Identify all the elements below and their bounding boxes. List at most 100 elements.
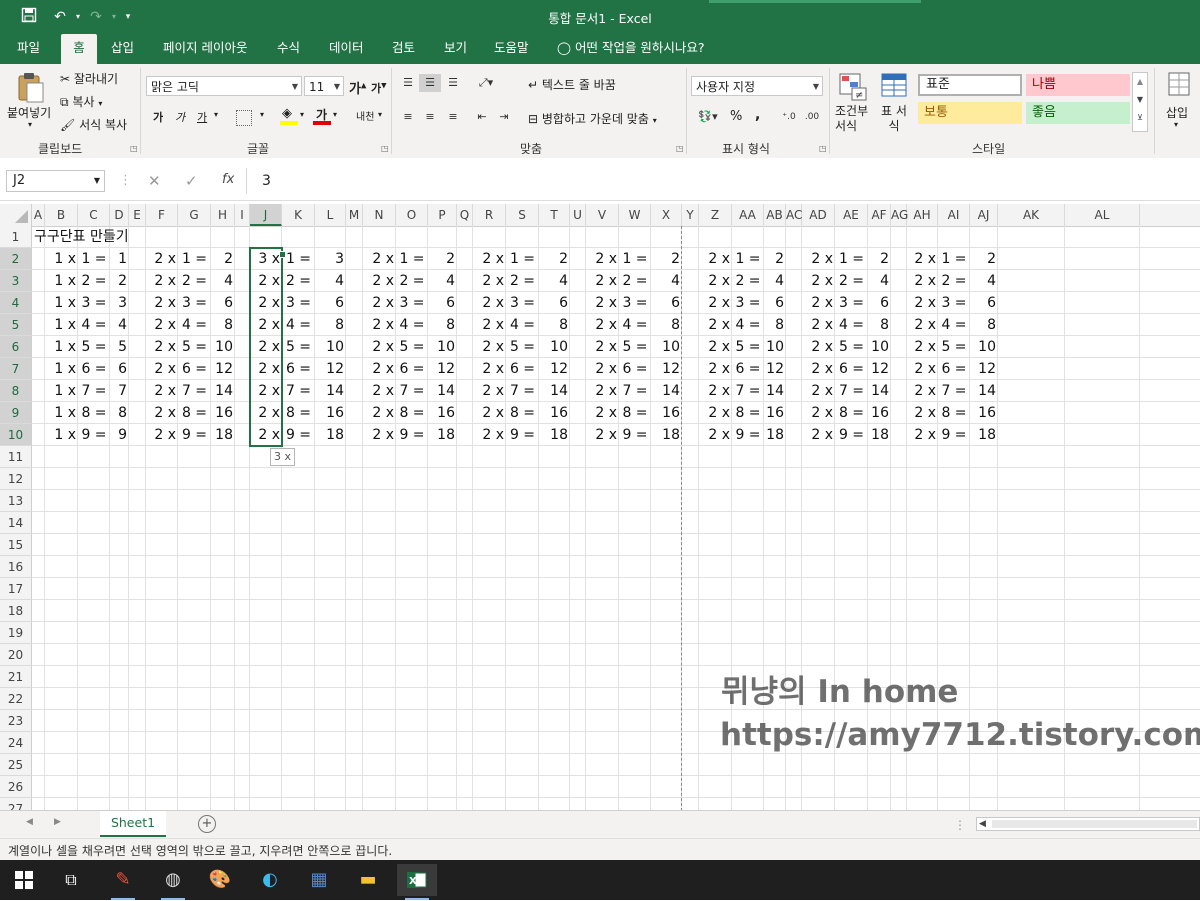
table-cell[interactable]: 3 — [315, 248, 346, 270]
format-painter-button[interactable]: 🖌 서식 복사 — [60, 116, 127, 133]
table-cell[interactable]: 12 — [651, 358, 682, 380]
table-cell[interactable]: 2 = — [282, 270, 315, 292]
table-cell[interactable]: 12 — [868, 358, 891, 380]
table-cell[interactable]: 6 = — [506, 358, 539, 380]
table-cell[interactable]: 2 x — [473, 248, 506, 270]
table-cell[interactable]: 12 — [428, 358, 457, 380]
fill-dropdown-icon[interactable]: ▾ — [300, 110, 304, 119]
style-bad[interactable]: 나쁨 — [1026, 74, 1130, 96]
column-header[interactable]: U — [570, 204, 586, 226]
row-header[interactable]: 17 — [0, 578, 32, 600]
table-cell[interactable]: 2 x — [473, 292, 506, 314]
table-cell[interactable]: 5 = — [938, 336, 970, 358]
table-cell[interactable]: 18 — [315, 424, 346, 446]
merge-dropdown-icon[interactable]: ▾ — [653, 116, 657, 125]
row-header[interactable]: 18 — [0, 600, 32, 622]
table-cell[interactable]: 4 — [651, 270, 682, 292]
column-header[interactable]: AH — [907, 204, 938, 226]
table-cell[interactable]: 9 = — [396, 424, 428, 446]
table-cell[interactable]: 2 = — [506, 270, 539, 292]
worksheet-grid[interactable]: A B C D E F G H I J K L M N O P Q R S T U V W X Y Z AA AB AC AD AE AF AG… — [0, 204, 1200, 810]
row-header[interactable]: 21 — [0, 666, 32, 688]
format-as-table-icon[interactable] — [880, 72, 910, 102]
row-header[interactable]: 5 — [0, 314, 32, 336]
table-cell[interactable]: 1 x — [45, 248, 78, 270]
table-cell[interactable]: 16 — [868, 402, 891, 424]
clipboard-launcher-icon[interactable]: ◳ — [130, 144, 138, 153]
table-cell[interactable]: 8 — [110, 402, 129, 424]
table-cell[interactable]: 1 x — [45, 424, 78, 446]
table-cell[interactable]: 10 — [970, 336, 998, 358]
table-cell[interactable]: 2 x — [146, 402, 178, 424]
table-cell[interactable]: 6 = — [178, 358, 211, 380]
file-explorer-icon[interactable]: ▬ — [348, 864, 388, 896]
table-cell[interactable]: 9 = — [178, 424, 211, 446]
table-cell[interactable]: 2 x — [586, 248, 619, 270]
table-cell[interactable]: 4 = — [178, 314, 211, 336]
row-header[interactable]: 15 — [0, 534, 32, 556]
column-header[interactable]: AG — [891, 204, 908, 226]
row-header[interactable]: 4 — [0, 292, 32, 314]
table-cell[interactable]: 8 = — [178, 402, 211, 424]
table-cell[interactable]: 10 — [428, 336, 457, 358]
table-cell[interactable]: 18 — [868, 424, 891, 446]
table-cell[interactable]: 2 x — [802, 270, 835, 292]
table-cell[interactable]: 2 x — [363, 292, 396, 314]
select-all-corner[interactable] — [0, 204, 32, 226]
tab-help[interactable]: 도움말 — [488, 34, 535, 64]
table-cell[interactable]: 2 — [211, 248, 235, 270]
table-cell[interactable]: 2 x — [699, 336, 732, 358]
decrease-decimal-icon[interactable]: .00 — [802, 108, 822, 126]
table-cell[interactable]: 2 x — [146, 336, 178, 358]
table-cell[interactable]: 6 — [110, 358, 129, 380]
table-cell[interactable]: 2 x — [907, 380, 938, 402]
column-header[interactable]: R — [473, 204, 506, 226]
table-cell[interactable]: 4 = — [396, 314, 428, 336]
table-cell[interactable]: 6 — [428, 292, 457, 314]
table-cell[interactable]: 2 = — [938, 270, 970, 292]
table-cell[interactable]: 14 — [428, 380, 457, 402]
font-name-combo[interactable]: 맑은 고딕 ▼ — [146, 76, 302, 96]
table-cell[interactable]: 2 x — [907, 270, 938, 292]
table-cell[interactable]: 4 — [970, 270, 998, 292]
table-cell[interactable]: 2 x — [473, 402, 506, 424]
table-cell[interactable]: 14 — [651, 380, 682, 402]
paint-app-icon[interactable]: ✎ — [103, 864, 143, 900]
style-normal[interactable]: 표준 — [918, 74, 1022, 96]
table-cell[interactable]: 2 = — [78, 270, 110, 292]
tab-view[interactable]: 보기 — [438, 34, 473, 64]
table-cell[interactable]: 2 x — [907, 314, 938, 336]
table-cell[interactable]: 18 — [211, 424, 235, 446]
table-cell[interactable]: 6 — [211, 292, 235, 314]
table-cell[interactable]: 4 — [110, 314, 129, 336]
underline-dropdown-icon[interactable]: ▾ — [214, 110, 218, 119]
table-cell[interactable]: 1 x — [45, 402, 78, 424]
table-cell[interactable]: 14 — [970, 380, 998, 402]
table-cell[interactable]: 2 x — [699, 248, 732, 270]
table-cell[interactable]: 3 = — [396, 292, 428, 314]
table-cell[interactable]: 1 x — [45, 270, 78, 292]
table-cell[interactable]: 1 = — [619, 248, 651, 270]
row-header[interactable]: 13 — [0, 490, 32, 512]
table-cell[interactable]: 8 = — [506, 402, 539, 424]
table-cell[interactable]: 2 x — [146, 424, 178, 446]
photo-app-icon[interactable]: ◍ — [153, 864, 193, 900]
table-cell[interactable]: 2 x — [699, 292, 732, 314]
table-cell[interactable]: 4 — [868, 270, 891, 292]
insert-cells-button[interactable]: 삽입 — [1166, 104, 1188, 121]
table-cell[interactable]: 2 x — [907, 336, 938, 358]
align-middle-icon[interactable]: ☰ — [419, 74, 441, 92]
table-cell[interactable]: 2 — [539, 248, 570, 270]
underline-button[interactable]: 가 — [197, 109, 207, 125]
table-cell[interactable]: 7 = — [78, 380, 110, 402]
table-cell[interactable]: 6 = — [396, 358, 428, 380]
table-cell[interactable]: 14 — [539, 380, 570, 402]
name-box[interactable]: J2 ▼ — [6, 170, 105, 192]
table-cell[interactable]: 2 x — [699, 314, 732, 336]
sheet-tab-sheet1[interactable]: Sheet1 — [100, 811, 166, 837]
increase-decimal-icon[interactable]: ⁺.0 — [779, 108, 799, 126]
paste-icon[interactable] — [14, 70, 46, 104]
table-cell[interactable]: 2 x — [802, 402, 835, 424]
table-cell[interactable]: 1 = — [732, 248, 764, 270]
title-cell[interactable]: 구구단표 만들기 — [32, 226, 192, 248]
